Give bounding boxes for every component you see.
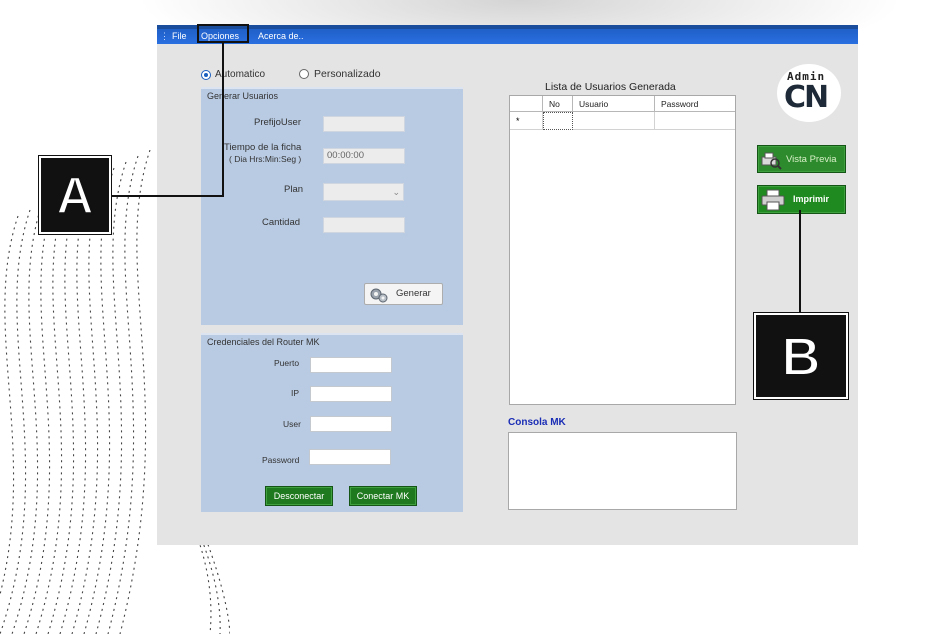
app-window: ⋮ File Opciones Acerca de.. Automatico P… <box>157 25 858 545</box>
ip-input[interactable] <box>310 386 392 402</box>
callout-b-badge: B <box>754 313 848 399</box>
vista-previa-button[interactable]: Vista Previa <box>757 145 846 173</box>
automatico-radio[interactable] <box>201 70 211 80</box>
opciones-highlight-box <box>197 24 249 43</box>
menu-acerca-de[interactable]: Acerca de.. <box>258 30 304 43</box>
admin-cn-logo: Admin CN <box>777 64 841 122</box>
router-credentials-panel: Credenciales del Router MK Puerto IP Use… <box>201 333 463 512</box>
plan-select[interactable]: ⌄ <box>323 183 404 201</box>
conectar-mk-button[interactable]: Conectar MK <box>349 486 417 506</box>
consola-title: Consola MK <box>508 417 566 428</box>
vista-previa-label: Vista Previa <box>786 154 837 165</box>
callout-b-letter: B <box>781 326 822 388</box>
new-row-marker: * <box>510 112 543 130</box>
screenshot-stage: ⋮ File Opciones Acerca de.. Automatico P… <box>0 0 930 634</box>
callout-a-badge: A <box>39 156 111 234</box>
ip-label: IP <box>291 388 300 398</box>
generar-usuarios-legend: Generar Usuarios <box>207 91 279 101</box>
printer-icon <box>761 189 785 211</box>
grid-header-no[interactable]: No <box>543 96 573 112</box>
callout-a-connector-vertical <box>222 43 224 197</box>
user-input[interactable] <box>310 416 392 432</box>
gears-icon <box>370 288 388 303</box>
cantidad-input[interactable] <box>323 217 405 233</box>
users-grid[interactable]: No Usuario Password * <box>509 95 736 405</box>
chevron-down-icon: ⌄ <box>392 187 400 197</box>
tiempo-format-label: ( Dia Hrs:Min:Seg ) <box>229 154 302 164</box>
password-label: Password <box>262 455 300 465</box>
generar-button-label: Generar <box>396 288 431 299</box>
router-credentials-legend: Credenciales del Router MK <box>207 337 320 347</box>
callout-a-connector-horizontal <box>110 195 224 197</box>
user-label: User <box>283 419 301 429</box>
password-input[interactable] <box>309 449 391 465</box>
users-list-title: Lista de Usuarios Generada <box>545 81 676 93</box>
callout-a-letter: A <box>55 166 95 226</box>
menu-grip-icon: ⋮ <box>160 31 169 41</box>
grid-header-password[interactable]: Password <box>655 96 735 112</box>
print-preview-icon <box>761 152 782 170</box>
grid-corner-header <box>510 96 543 112</box>
callout-b-connector <box>799 210 801 314</box>
desconectar-button[interactable]: Desconectar <box>265 486 333 506</box>
generar-button[interactable]: Generar <box>364 283 443 305</box>
tiempo-label: Tiempo de la ficha <box>224 142 302 153</box>
puerto-input[interactable] <box>310 357 392 373</box>
consola-output[interactable] <box>508 432 737 510</box>
imprimir-button[interactable]: Imprimir <box>757 185 846 214</box>
prefijo-input[interactable] <box>323 116 405 132</box>
puerto-label: Puerto <box>274 358 300 368</box>
menu-bar: ⋮ File Opciones Acerca de.. <box>157 29 858 44</box>
grid-cell-usuario[interactable] <box>573 112 655 130</box>
cantidad-label: Cantidad <box>262 217 301 228</box>
personalizado-label: Personalizado <box>314 68 381 80</box>
grid-cell-no[interactable] <box>543 112 573 130</box>
plan-label: Plan <box>284 184 304 195</box>
grid-header-usuario[interactable]: Usuario <box>573 96 655 112</box>
grid-cell-password[interactable] <box>655 112 735 130</box>
logo-cn-text: CN <box>784 80 829 115</box>
generar-usuarios-panel: Generar Usuarios PrefijoUser Tiempo de l… <box>201 87 463 325</box>
prefijo-label: PrefijoUser <box>254 117 301 128</box>
tiempo-input[interactable]: 00:00:00 <box>323 148 405 164</box>
personalizado-radio[interactable] <box>299 69 309 79</box>
menu-file[interactable]: File <box>172 30 187 43</box>
imprimir-label: Imprimir <box>793 194 830 204</box>
